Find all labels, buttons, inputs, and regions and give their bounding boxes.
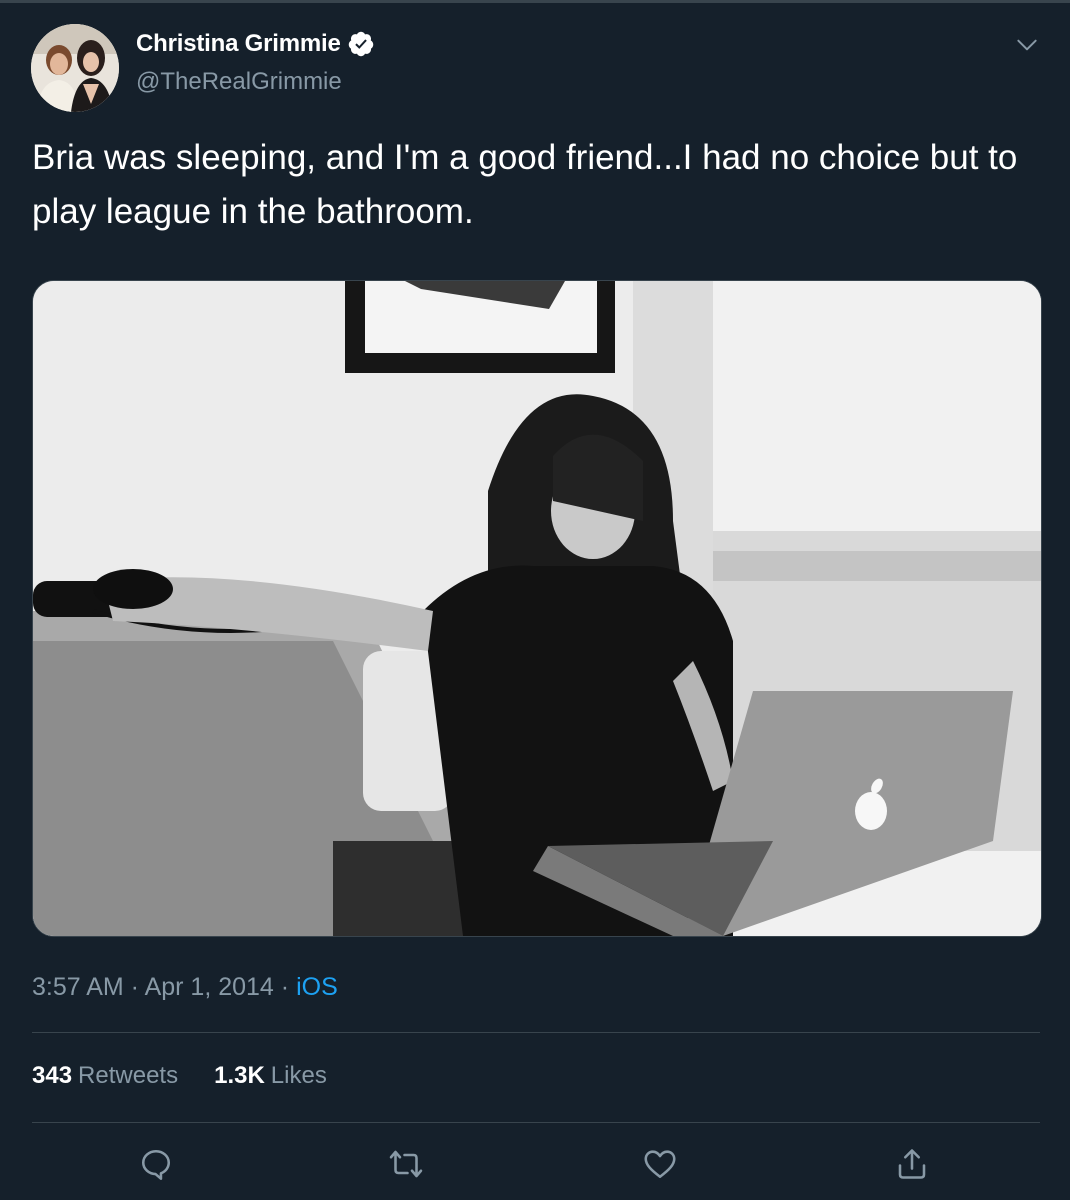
- tweet-stats: 343 Retweets 1.3K Likes: [32, 1062, 327, 1090]
- chevron-down-icon[interactable]: [1014, 32, 1040, 58]
- divider: [32, 1122, 1040, 1123]
- likes-stat[interactable]: 1.3K Likes: [214, 1062, 327, 1090]
- heart-icon: [644, 1150, 676, 1179]
- tweet-timestamp: 3:57 AM · Apr 1, 2014 · iOS: [32, 973, 338, 1002]
- display-name[interactable]: Christina Grimmie: [136, 30, 341, 58]
- retweet-icon: [389, 1150, 423, 1178]
- likes-label: Likes: [270, 1062, 327, 1089]
- top-border: [0, 0, 1070, 3]
- share-button[interactable]: [894, 1146, 934, 1186]
- tweet-time[interactable]: 3:57 AM: [32, 973, 124, 1001]
- tweet-source-link[interactable]: iOS: [296, 973, 338, 1001]
- tweet-text: Bria was sleeping, and I'm a good friend…: [32, 138, 1018, 231]
- retweets-count: 343: [32, 1062, 73, 1089]
- verified-badge-icon: [347, 30, 375, 58]
- share-icon: [898, 1149, 926, 1179]
- photo-illustration: [33, 281, 1041, 936]
- retweets-label: Retweets: [78, 1062, 179, 1089]
- tweet-date[interactable]: Apr 1, 2014: [145, 973, 274, 1001]
- like-button[interactable]: [642, 1146, 682, 1186]
- avatar-photo: [31, 24, 119, 112]
- reply-icon: [141, 1149, 171, 1180]
- reply-button[interactable]: [138, 1146, 178, 1186]
- meta-separator: ·: [123, 973, 145, 1001]
- tweet-media-image[interactable]: [32, 280, 1042, 937]
- avatar[interactable]: [31, 24, 119, 112]
- retweets-stat[interactable]: 343 Retweets: [32, 1062, 178, 1090]
- meta-separator: ·: [273, 973, 297, 1001]
- retweet-button[interactable]: [388, 1146, 428, 1186]
- divider: [32, 1032, 1040, 1033]
- author-handle[interactable]: @TheRealGrimmie: [136, 68, 342, 96]
- likes-count: 1.3K: [214, 1062, 265, 1089]
- author-name-row[interactable]: Christina Grimmie: [136, 30, 375, 58]
